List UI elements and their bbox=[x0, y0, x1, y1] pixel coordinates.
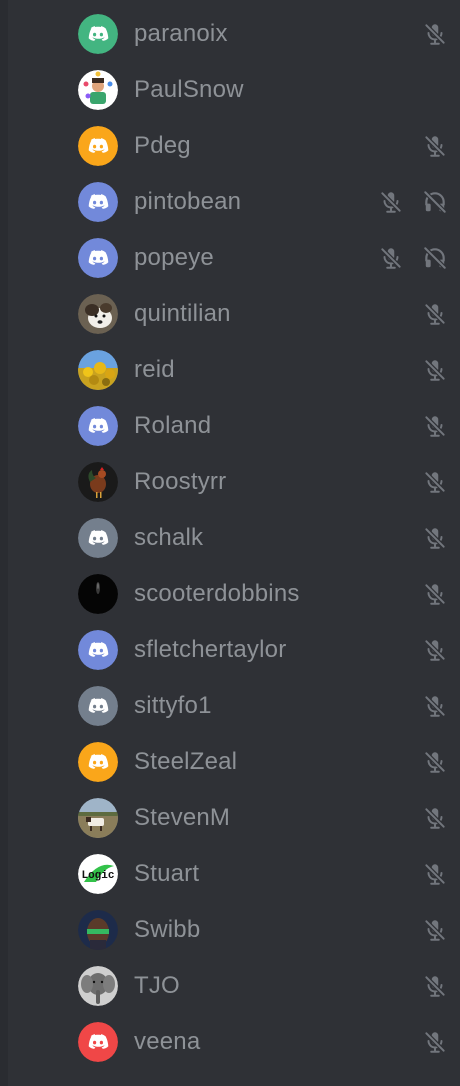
avatar bbox=[78, 406, 118, 446]
voice-member-row[interactable]: veena bbox=[0, 1014, 460, 1070]
mic-muted-icon bbox=[422, 581, 448, 607]
status-icons bbox=[422, 413, 448, 439]
voice-member-row[interactable]: sfletchertaylor bbox=[0, 622, 460, 678]
avatar bbox=[78, 910, 118, 950]
mic-muted-icon bbox=[422, 637, 448, 663]
member-name: schalk bbox=[134, 524, 204, 551]
member-name: PaulSnow bbox=[134, 76, 244, 103]
voice-member-row[interactable]: Roland bbox=[0, 398, 460, 454]
status-icons bbox=[422, 301, 448, 327]
avatar bbox=[78, 70, 118, 110]
status-icons bbox=[422, 917, 448, 943]
avatar: Logic bbox=[78, 854, 118, 894]
member-name: SteelZeal bbox=[134, 748, 238, 775]
member-name: veena bbox=[134, 1028, 201, 1055]
status-icons bbox=[422, 693, 448, 719]
member-name: Roland bbox=[134, 412, 212, 439]
status-icons bbox=[378, 189, 448, 215]
voice-member-row[interactable]: pintobean bbox=[0, 174, 460, 230]
mic-muted-icon bbox=[422, 301, 448, 327]
avatar bbox=[78, 350, 118, 390]
avatar bbox=[78, 798, 118, 838]
avatar bbox=[78, 574, 118, 614]
status-icons bbox=[422, 469, 448, 495]
member-name: quintilian bbox=[134, 300, 231, 327]
status-icons bbox=[422, 1029, 448, 1055]
status-icons bbox=[422, 805, 448, 831]
member-name: reid bbox=[134, 356, 175, 383]
voice-member-row[interactable]: PaulSnow bbox=[0, 62, 460, 118]
voice-member-row[interactable]: Pdeg bbox=[0, 118, 460, 174]
mic-muted-icon bbox=[422, 21, 448, 47]
member-name: scooterdobbins bbox=[134, 580, 300, 607]
avatar bbox=[78, 182, 118, 222]
member-name: Pdeg bbox=[134, 132, 191, 159]
voice-member-row[interactable]: scooterdobbins bbox=[0, 566, 460, 622]
mic-muted-icon bbox=[422, 413, 448, 439]
status-icons bbox=[422, 525, 448, 551]
mic-muted-icon bbox=[422, 693, 448, 719]
status-icons bbox=[422, 861, 448, 887]
avatar bbox=[78, 630, 118, 670]
avatar bbox=[78, 686, 118, 726]
member-name: Roostyrr bbox=[134, 468, 227, 495]
voice-member-list: paranoix PaulSnow Pdeg pintobean popeye … bbox=[0, 6, 460, 1070]
voice-member-row[interactable]: SteelZeal bbox=[0, 734, 460, 790]
avatar bbox=[78, 518, 118, 558]
voice-member-row[interactable]: popeye bbox=[0, 230, 460, 286]
avatar bbox=[78, 462, 118, 502]
member-name: popeye bbox=[134, 244, 214, 271]
headphones-deafened-icon bbox=[422, 245, 448, 271]
mic-muted-icon bbox=[378, 189, 404, 215]
status-icons bbox=[422, 581, 448, 607]
voice-member-row[interactable]: reid bbox=[0, 342, 460, 398]
avatar bbox=[78, 126, 118, 166]
avatar bbox=[78, 14, 118, 54]
avatar bbox=[78, 294, 118, 334]
voice-member-row[interactable]: Roostyrr bbox=[0, 454, 460, 510]
avatar bbox=[78, 966, 118, 1006]
member-name: sfletchertaylor bbox=[134, 636, 287, 663]
avatar bbox=[78, 1022, 118, 1062]
status-icons bbox=[422, 357, 448, 383]
avatar bbox=[78, 238, 118, 278]
status-icons bbox=[422, 637, 448, 663]
status-icons bbox=[378, 245, 448, 271]
status-icons bbox=[422, 973, 448, 999]
mic-muted-icon bbox=[378, 245, 404, 271]
voice-member-row[interactable]: sittyfo1 bbox=[0, 678, 460, 734]
member-name: StevenM bbox=[134, 804, 231, 831]
avatar bbox=[78, 742, 118, 782]
member-name: sittyfo1 bbox=[134, 692, 212, 719]
mic-muted-icon bbox=[422, 973, 448, 999]
mic-muted-icon bbox=[422, 1029, 448, 1055]
voice-member-row[interactable]: Logic Stuart bbox=[0, 846, 460, 902]
mic-muted-icon bbox=[422, 133, 448, 159]
mic-muted-icon bbox=[422, 749, 448, 775]
mic-muted-icon bbox=[422, 469, 448, 495]
status-icons bbox=[422, 133, 448, 159]
member-name: Stuart bbox=[134, 860, 200, 887]
member-name: TJO bbox=[134, 972, 180, 999]
member-name: pintobean bbox=[134, 188, 242, 215]
mic-muted-icon bbox=[422, 861, 448, 887]
mic-muted-icon bbox=[422, 525, 448, 551]
mic-muted-icon bbox=[422, 357, 448, 383]
voice-member-row[interactable]: Swibb bbox=[0, 902, 460, 958]
mic-muted-icon bbox=[422, 917, 448, 943]
voice-member-row[interactable]: paranoix bbox=[0, 6, 460, 62]
voice-member-row[interactable]: schalk bbox=[0, 510, 460, 566]
voice-member-row[interactable]: quintilian bbox=[0, 286, 460, 342]
voice-member-row[interactable]: TJO bbox=[0, 958, 460, 1014]
mic-muted-icon bbox=[422, 805, 448, 831]
member-name: paranoix bbox=[134, 20, 228, 47]
member-name: Swibb bbox=[134, 916, 201, 943]
status-icons bbox=[422, 21, 448, 47]
status-icons bbox=[422, 749, 448, 775]
voice-member-row[interactable]: StevenM bbox=[0, 790, 460, 846]
headphones-deafened-icon bbox=[422, 189, 448, 215]
svg-text:Logic: Logic bbox=[81, 870, 114, 882]
